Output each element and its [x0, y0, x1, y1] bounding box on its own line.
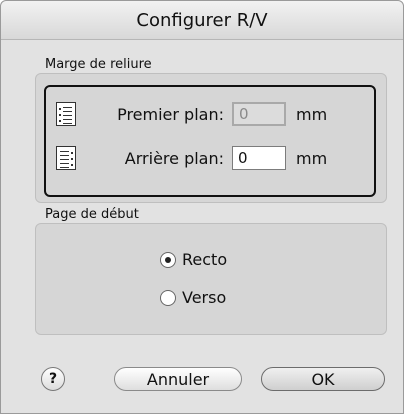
back-margin-row: Arrière plan: 0 mm — [56, 146, 327, 170]
back-margin-unit: mm — [296, 148, 328, 168]
front-margin-field[interactable]: 0 — [232, 102, 286, 126]
cancel-button[interactable]: Annuler — [114, 367, 242, 391]
start-page-group: Recto Verso — [35, 223, 387, 335]
back-margin-label: Arrière plan: — [124, 148, 224, 168]
radio-recto-label: Recto — [182, 250, 228, 269]
dialog-window: Configurer R/V Marge de reliure Premier … — [0, 0, 404, 414]
radio-recto-button[interactable] — [160, 251, 176, 268]
ok-button[interactable]: OK — [261, 367, 385, 391]
title-bar: Configurer R/V — [1, 1, 403, 40]
binding-margin-group: Premier plan: 0 mm Arrière plan: 0 mm — [35, 73, 387, 203]
front-margin-label: Premier plan: — [117, 104, 224, 124]
help-button[interactable]: ? — [41, 367, 65, 391]
radio-verso-button[interactable] — [160, 289, 176, 306]
back-margin-field[interactable]: 0 — [232, 146, 286, 170]
start-page-label: Page de début — [45, 207, 139, 222]
binding-margin-label: Marge de reliure — [45, 57, 152, 72]
radio-verso-label: Verso — [182, 288, 227, 307]
dialog-title: Configurer R/V — [136, 9, 268, 31]
front-margin-row: Premier plan: 0 mm — [56, 102, 327, 126]
radio-verso[interactable]: Verso — [160, 288, 226, 307]
radio-recto[interactable]: Recto — [160, 250, 227, 269]
front-margin-unit: mm — [296, 104, 328, 124]
left-binding-doc-icon — [56, 102, 76, 126]
right-binding-doc-icon — [56, 146, 76, 170]
